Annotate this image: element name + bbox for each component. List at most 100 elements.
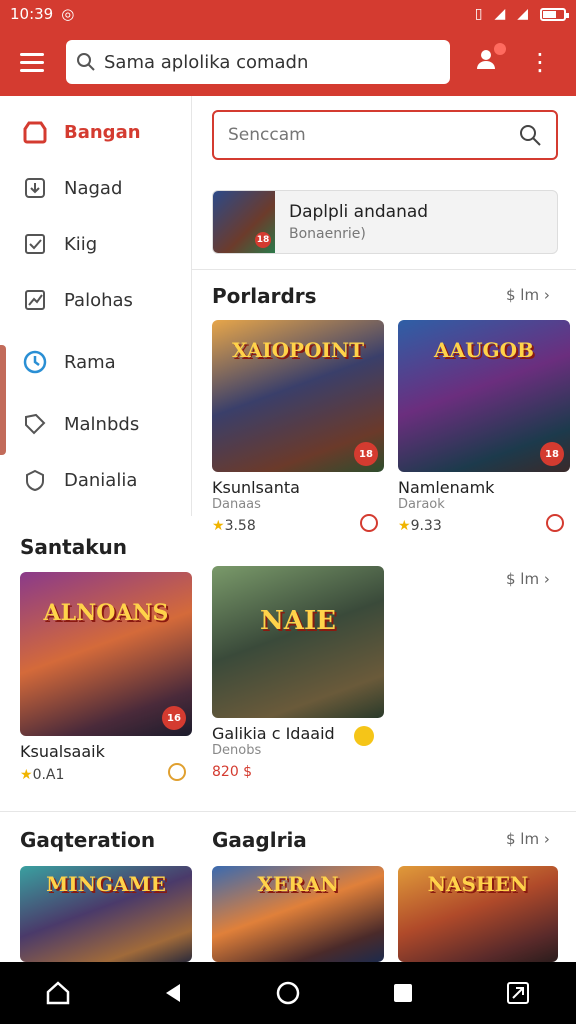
sidebar-item-nagad[interactable]: Nagad [0, 160, 191, 216]
game-card[interactable]: XERAN [212, 866, 384, 962]
status-time: 10:39 [10, 5, 54, 23]
game-developer: Danaas [212, 497, 261, 512]
sidebar-item-kiig[interactable]: Kiig [0, 216, 191, 272]
section-title: Gaaglria [212, 828, 307, 852]
game-name: Ksualsaaik [20, 742, 105, 761]
game-card[interactable]: MINGAME [20, 866, 192, 962]
tag-icon [22, 411, 48, 437]
home-circle-icon[interactable] [268, 973, 308, 1013]
back-icon[interactable] [153, 973, 193, 1013]
star-icon: ★ [212, 518, 225, 534]
game-logo: MINGAME [46, 872, 166, 896]
install-icon[interactable] [546, 514, 564, 532]
promo-banner[interactable]: 18 Daplpli andanad Bonaenrie) [212, 190, 558, 254]
game-logo: NASHEN [427, 872, 529, 896]
shield-icon [22, 467, 48, 493]
sidebar-item-label: Palohas [64, 289, 133, 311]
game-logo: ALNOANS [43, 600, 169, 626]
search-icon [77, 53, 95, 71]
game-developer: Daraok [398, 497, 445, 512]
shop-icon [22, 119, 48, 145]
wifi-icon: ◢ [494, 6, 506, 22]
promo-badge: 18 [255, 232, 271, 248]
promo-subtitle: Bonaenrie) [289, 226, 366, 242]
game-developer: Denobs [212, 743, 262, 758]
drawer-handle[interactable] [0, 345, 6, 455]
game-rating: ★3.58 [212, 518, 256, 534]
sidebar-item-malnbds[interactable]: Malnbds [0, 396, 191, 452]
vibrate-icon: ▯ [474, 6, 483, 22]
sidebar-item-label: Malnbds [64, 413, 140, 435]
age-badge: 18 [540, 442, 564, 466]
game-name: Namlenamk [398, 478, 495, 497]
game-cover: MINGAME [20, 866, 192, 962]
sidebar-item-bangan[interactable]: Bangan [0, 104, 191, 160]
sidebar-item-palohas[interactable]: Palohas [0, 272, 191, 328]
section-title: Gaqteration [20, 828, 156, 852]
signal-icon: ◢ [517, 6, 528, 22]
app-search-input[interactable] [104, 51, 434, 73]
check-box-icon [22, 231, 48, 257]
recents-icon[interactable] [383, 973, 423, 1013]
star-icon: ★ [20, 767, 33, 783]
age-badge: 16 [162, 706, 186, 730]
star-icon: ★ [398, 518, 411, 534]
game-rating: ★0.A1 [20, 767, 65, 783]
emoji-icon [354, 726, 374, 746]
game-cover: AAUGOB 18 [398, 320, 570, 472]
game-cover: XAIOPOINT 18 [212, 320, 384, 472]
screenshot-icon[interactable] [498, 973, 538, 1013]
age-badge: 18 [354, 442, 378, 466]
install-icon[interactable] [360, 514, 378, 532]
game-card[interactable]: AAUGOB 18 Namlenamk Daraok ★9.33 [398, 320, 570, 534]
section-title: Santakun [20, 535, 127, 559]
notification-dot [494, 43, 506, 55]
sidebar-item-danialia[interactable]: Danialia [0, 452, 191, 508]
game-card[interactable]: NAIE Galikia c Idaaid Denobs 820 $ [212, 566, 384, 780]
game-cover: NASHEN [398, 866, 558, 962]
promo-title: Daplpli andanad [289, 202, 429, 222]
section-more-link[interactable]: $ lm › [506, 570, 550, 588]
search-icon[interactable] [518, 123, 542, 147]
app-search-bar[interactable] [66, 40, 450, 84]
game-price: 820 $ [212, 764, 253, 780]
divider [0, 811, 576, 812]
sidebar-item-label: Rama [64, 351, 116, 373]
status-bar: 10:39 ◎ ▯ ◢ ◢ [0, 0, 576, 28]
game-card[interactable]: XAIOPOINT 18 Ksunlsanta Danaas ★3.58 [212, 320, 384, 534]
game-card[interactable]: ALNOANS 16 Ksualsaaik ★0.A1 [20, 572, 192, 783]
download-icon [22, 175, 48, 201]
account-icon[interactable] [474, 43, 506, 77]
system-navigation-bar [0, 962, 576, 1024]
section-more-link[interactable]: $ lm › [506, 286, 550, 304]
sidebar-item-label: Danialia [64, 469, 138, 491]
section-title: Porlardrs [212, 284, 317, 308]
home-icon[interactable] [38, 973, 78, 1013]
more-options-icon[interactable]: ⋮ [528, 50, 552, 74]
chart-icon [22, 287, 48, 313]
content-search-input[interactable] [228, 125, 518, 145]
game-cover: XERAN [212, 866, 384, 962]
section-more-link[interactable]: $ lm › [506, 830, 550, 848]
sidebar-item-rama[interactable]: Rama [0, 334, 191, 390]
sidebar: Bangan Nagad Kiig Palohas Rama Malnbds D… [0, 96, 192, 516]
sidebar-item-label: Bangan [64, 121, 141, 143]
sidebar-item-label: Nagad [64, 177, 123, 199]
install-icon[interactable] [168, 763, 186, 781]
divider [192, 269, 576, 270]
game-card[interactable]: NASHEN [398, 866, 558, 962]
content-search-bar[interactable] [212, 110, 558, 160]
sidebar-item-label: Kiig [64, 233, 98, 255]
battery-icon [540, 7, 569, 21]
game-rating: ★9.33 [398, 518, 442, 534]
notification-icon: ◎ [61, 5, 75, 23]
game-logo: NAIE [260, 606, 336, 636]
game-name: Ksunlsanta [212, 478, 300, 497]
promo-thumbnail: 18 [213, 191, 275, 253]
game-logo: AAUGOB [434, 338, 534, 362]
game-cover: ALNOANS 16 [20, 572, 192, 736]
menu-icon[interactable] [14, 44, 50, 80]
game-cover: NAIE [212, 566, 384, 718]
app-bar: ⋮ [0, 28, 576, 96]
clock-icon [22, 349, 48, 375]
